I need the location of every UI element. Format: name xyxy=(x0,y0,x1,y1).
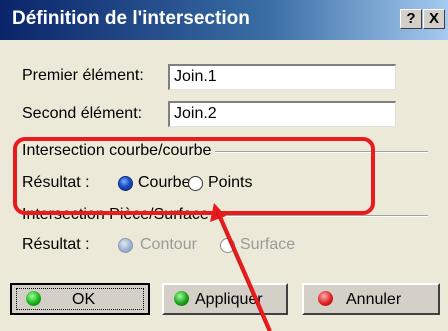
second-element-field[interactable]: Join.2 xyxy=(168,101,396,127)
part-radio-contour[interactable] xyxy=(118,238,133,253)
part-option-surface-label[interactable]: Surface xyxy=(240,236,295,254)
first-element-label: Premier élément: xyxy=(22,67,144,84)
ok-button[interactable]: OK xyxy=(10,283,150,315)
apply-icon xyxy=(174,291,189,306)
apply-button-label: Appliquer xyxy=(195,291,263,308)
close-button[interactable]: X xyxy=(423,9,445,29)
cancel-icon xyxy=(318,291,333,306)
part-radio-surface[interactable] xyxy=(220,238,235,253)
ok-button-label: OK xyxy=(72,291,96,308)
highlight-annotation xyxy=(13,137,375,215)
part-option-contour-label[interactable]: Contour xyxy=(140,236,197,254)
intersection-dialog: Définition de l'intersection ? X Premier… xyxy=(0,0,448,331)
cancel-button[interactable]: Annuler xyxy=(302,283,440,315)
apply-button[interactable]: Appliquer xyxy=(162,283,288,315)
second-element-label: Second élément: xyxy=(22,105,143,122)
ok-icon xyxy=(26,291,41,306)
cancel-button-label: Annuler xyxy=(346,291,402,308)
help-button[interactable]: ? xyxy=(400,9,422,29)
title-bar: Définition de l'intersection ? X xyxy=(0,0,448,40)
part-result-label: Résultat : xyxy=(22,236,90,253)
window-title: Définition de l'intersection xyxy=(12,8,250,29)
first-element-field[interactable]: Join.1 xyxy=(168,64,396,90)
